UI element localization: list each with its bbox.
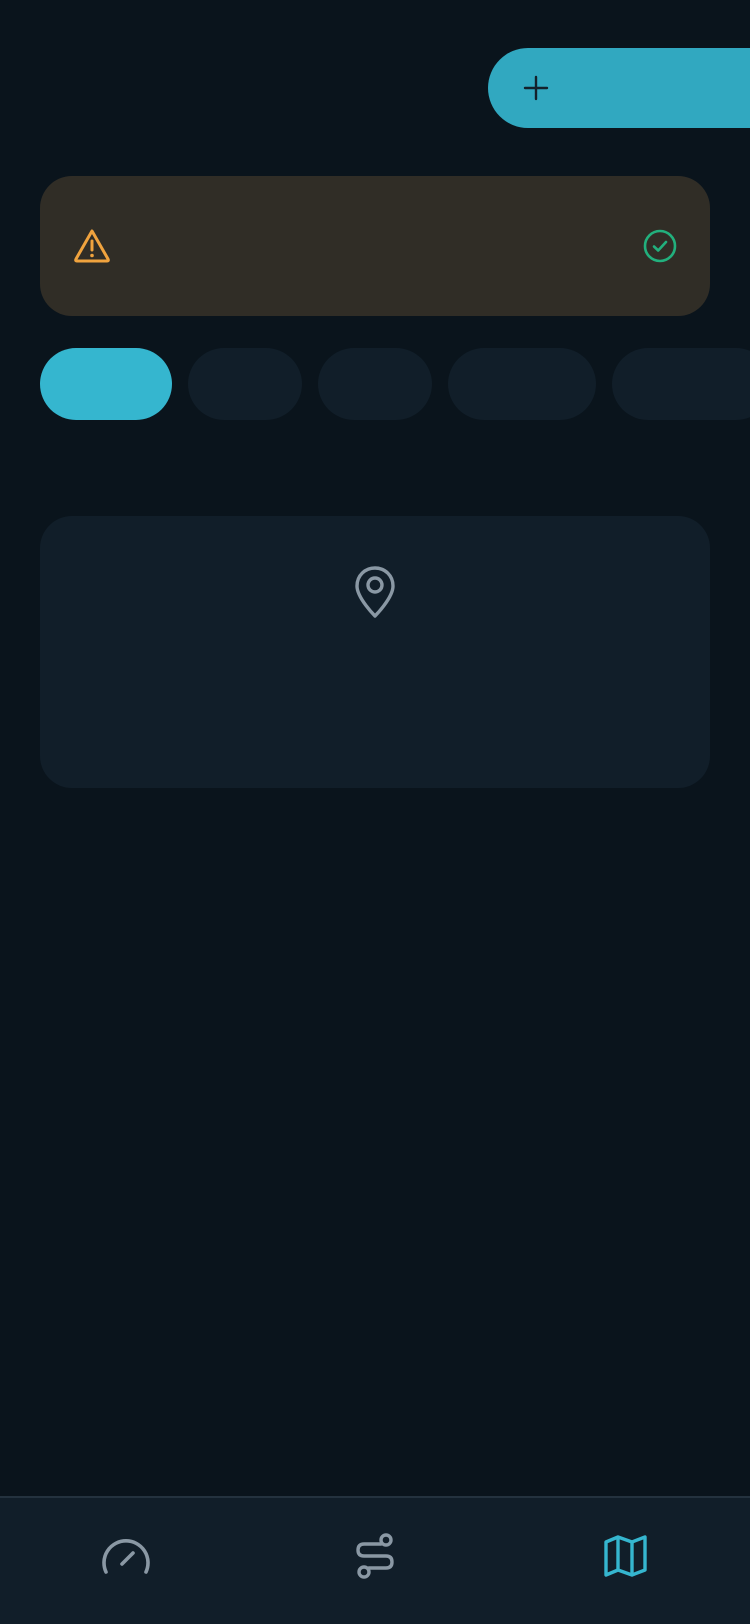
filter-chip-1[interactable]	[40, 348, 172, 420]
warning-banner	[40, 176, 710, 316]
route-icon	[356, 1533, 394, 1579]
filter-chip-3[interactable]	[318, 348, 432, 420]
warning-triangle-icon	[74, 229, 110, 263]
add-button[interactable]	[488, 48, 750, 128]
nav-item-map[interactable]	[596, 1526, 656, 1586]
filter-chip-2[interactable]	[188, 348, 302, 420]
filter-chips	[40, 348, 750, 420]
nav-item-routes[interactable]	[346, 1526, 406, 1586]
map-icon	[604, 1535, 647, 1577]
speedometer-icon	[102, 1539, 150, 1574]
check-circle-icon[interactable]	[642, 228, 678, 264]
filter-chip-5[interactable]	[612, 348, 750, 420]
map-pin-icon	[355, 566, 395, 618]
bottom-navigation	[0, 1496, 750, 1624]
plus-icon	[523, 75, 549, 101]
filter-chip-4[interactable]	[448, 348, 596, 420]
nav-item-dashboard[interactable]	[96, 1526, 156, 1586]
app-screen	[0, 0, 750, 1624]
empty-state-card	[40, 516, 710, 788]
